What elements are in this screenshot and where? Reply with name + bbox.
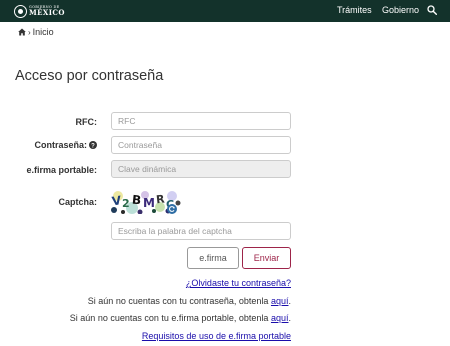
no-password-line: Si aún no cuentas con tu contraseña, obt…	[88, 296, 291, 306]
no-password-period: .	[288, 296, 291, 306]
captcha-refresh-icon[interactable]	[167, 204, 177, 214]
search-icon[interactable]	[427, 5, 437, 15]
help-icon[interactable]: ?	[89, 141, 97, 149]
svg-text:M: M	[143, 196, 155, 210]
forgot-password-line: ¿Olvidaste tu contraseña?	[186, 278, 291, 288]
logo-big-text: MÉXICO	[29, 8, 65, 18]
no-efirma-period: .	[288, 313, 291, 323]
nav-tramites[interactable]: Trámites	[337, 5, 372, 15]
svg-text:R: R	[155, 193, 165, 207]
efirma-dynamic-key-input[interactable]	[111, 160, 291, 178]
no-efirma-text: Si aún no cuentas con tu e.firma portabl…	[69, 313, 269, 323]
seal-icon	[14, 4, 27, 18]
no-password-text: Si aún no cuentas con tu contraseña, obt…	[87, 296, 269, 306]
rfc-label: RFC:	[75, 117, 98, 127]
nav-gobierno[interactable]: Gobierno	[382, 5, 419, 15]
logo-text: GOBIERNO DE MÉXICO	[29, 5, 65, 18]
svg-text:B: B	[131, 193, 142, 208]
breadcrumb-inicio[interactable]: Inicio	[33, 27, 54, 37]
forgot-password-link[interactable]: ¿Olvidaste tu contraseña?	[186, 278, 291, 288]
password-label: Contraseña:	[34, 140, 87, 150]
gobierno-logo[interactable]: GOBIERNO DE MÉXICO	[14, 3, 65, 19]
no-password-link[interactable]: aquí	[271, 296, 289, 306]
efirma-label: e.firma portable:	[26, 165, 97, 175]
no-efirma-link[interactable]: aquí	[271, 313, 289, 323]
password-label-group: Contraseña: ?	[34, 140, 97, 150]
captcha-label: Captcha:	[58, 197, 97, 207]
password-input[interactable]	[111, 136, 291, 154]
top-navbar: GOBIERNO DE MÉXICO Trámites Gobierno	[0, 0, 450, 22]
svg-text:?: ?	[91, 143, 95, 149]
breadcrumb: › Inicio	[18, 26, 54, 38]
page-title: Acceso por contraseña	[15, 68, 164, 84]
rfc-input[interactable]	[111, 112, 291, 130]
no-efirma-line: Si aún no cuentas con tu e.firma portabl…	[70, 313, 291, 323]
efirma-requirements-link[interactable]: Requisitos de uso de e.firma portable	[142, 331, 291, 341]
captcha-input[interactable]	[111, 222, 291, 240]
breadcrumb-separator: ›	[28, 27, 31, 37]
requirements-line: Requisitos de uso de e.firma portable	[142, 331, 291, 341]
submit-button[interactable]: Enviar	[242, 247, 291, 269]
home-icon[interactable]	[18, 28, 26, 36]
efirma-button[interactable]: e.firma	[187, 247, 239, 269]
svg-text:2: 2	[122, 197, 130, 210]
